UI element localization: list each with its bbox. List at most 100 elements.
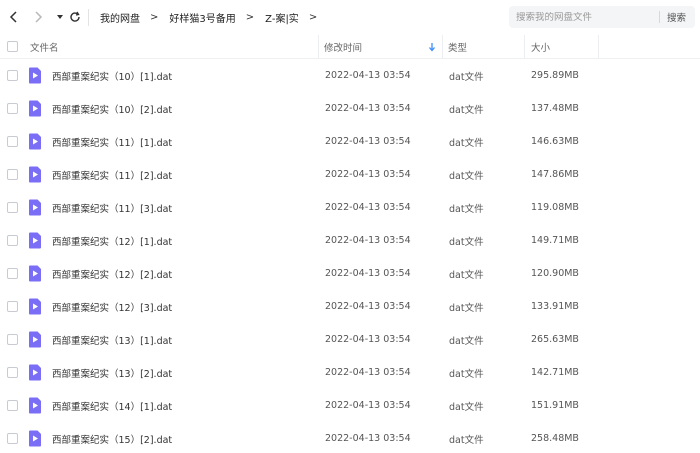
table-row[interactable]: 西部重案纪实（12）[1].dat 2022-04-13 03:54 dat文件 14… xyxy=(0,224,700,257)
toolbar: 我的网盘 > 好样猫3号备用 > Z-案|实 > 搜索 xyxy=(0,0,700,35)
search-button[interactable]: 搜索 xyxy=(667,10,686,24)
chevron-right-icon: > xyxy=(150,12,159,23)
file-type: dat文件 xyxy=(449,71,484,83)
video-file-icon xyxy=(28,100,42,117)
video-file-icon xyxy=(28,397,42,414)
file-size: 151.91MB xyxy=(531,400,579,411)
row-checkbox[interactable] xyxy=(7,301,18,312)
video-file-icon xyxy=(28,166,42,183)
file-name[interactable]: 西部重案纪实（11）[2].dat xyxy=(52,158,172,191)
file-name[interactable]: 西部重案纪实（13）[1].dat xyxy=(52,323,172,356)
video-file-icon xyxy=(28,430,42,447)
file-name[interactable]: 西部重案纪实（10）[1].dat xyxy=(52,59,172,92)
file-name[interactable]: 西部重案纪实（11）[1].dat xyxy=(52,125,172,158)
row-checkbox[interactable] xyxy=(7,268,18,279)
video-file-icon xyxy=(28,232,42,249)
file-modified: 2022-04-13 03:54 xyxy=(325,433,411,444)
row-checkbox[interactable] xyxy=(7,334,18,345)
file-type: dat文件 xyxy=(449,368,484,380)
file-type: dat文件 xyxy=(449,335,484,347)
table-row[interactable]: 西部重案纪实（15）[2].dat 2022-04-13 03:54 dat文件 25… xyxy=(0,422,700,453)
table-row[interactable]: 西部重案纪实（10）[2].dat 2022-04-13 03:54 dat文件 13… xyxy=(0,92,700,125)
video-file-icon xyxy=(28,364,42,381)
file-modified: 2022-04-13 03:54 xyxy=(325,103,411,114)
row-checkbox[interactable] xyxy=(7,433,18,444)
file-name[interactable]: 西部重案纪实（12）[1].dat xyxy=(52,224,172,257)
file-type: dat文件 xyxy=(449,170,484,182)
file-name[interactable]: 西部重案纪实（12）[2].dat xyxy=(52,257,172,290)
video-file-icon xyxy=(28,133,42,150)
row-checkbox[interactable] xyxy=(7,70,18,81)
file-size: 120.90MB xyxy=(531,268,579,279)
table-row[interactable]: 西部重案纪实（10）[1].dat 2022-04-13 03:54 dat文件 29… xyxy=(0,59,700,92)
file-modified: 2022-04-13 03:54 xyxy=(325,235,411,246)
row-checkbox[interactable] xyxy=(7,202,18,213)
table-row[interactable]: 西部重案纪实（13）[2].dat 2022-04-13 03:54 dat文件 14… xyxy=(0,356,700,389)
table-row[interactable]: 西部重案纪实（12）[3].dat 2022-04-13 03:54 dat文件 13… xyxy=(0,290,700,323)
file-size: 146.63MB xyxy=(531,136,579,147)
chevron-right-icon[interactable] xyxy=(30,9,46,25)
column-divider[interactable] xyxy=(442,35,443,59)
file-name[interactable]: 西部重案纪实（12）[3].dat xyxy=(52,290,172,323)
file-type: dat文件 xyxy=(449,203,484,215)
row-checkbox[interactable] xyxy=(7,103,18,114)
breadcrumb-item-current[interactable]: Z-案|实 xyxy=(265,10,299,25)
file-type: dat文件 xyxy=(449,302,484,314)
file-name[interactable]: 西部重案纪实（13）[2].dat xyxy=(52,356,172,389)
video-file-icon xyxy=(28,265,42,282)
column-divider[interactable] xyxy=(598,35,599,59)
table-row[interactable]: 西部重案纪实（11）[3].dat 2022-04-13 03:54 dat文件 11… xyxy=(0,191,700,224)
file-name[interactable]: 西部重案纪实（10）[2].dat xyxy=(52,92,172,125)
file-type: dat文件 xyxy=(449,104,484,116)
file-size: 295.89MB xyxy=(531,70,579,81)
breadcrumb-item-root[interactable]: 我的网盘 xyxy=(100,10,140,25)
column-header-modified[interactable]: 修改时间 xyxy=(324,35,362,59)
file-size: 133.91MB xyxy=(531,301,579,312)
file-type: dat文件 xyxy=(449,236,484,248)
table-row[interactable]: 西部重案纪实（11）[1].dat 2022-04-13 03:54 dat文件 14… xyxy=(0,125,700,158)
file-size: 119.08MB xyxy=(531,202,579,213)
breadcrumb-item-folder[interactable]: 好样猫3号备用 xyxy=(169,10,235,25)
file-name[interactable]: 西部重案纪实（15）[2].dat xyxy=(52,422,172,453)
breadcrumb: 我的网盘 > 好样猫3号备用 > Z-案|实 > xyxy=(100,10,328,25)
table-row[interactable]: 西部重案纪实（14）[1].dat 2022-04-13 03:54 dat文件 15… xyxy=(0,389,700,422)
column-header-type[interactable]: 类型 xyxy=(448,35,467,59)
file-modified: 2022-04-13 03:54 xyxy=(325,202,411,213)
file-size: 265.63MB xyxy=(531,334,579,345)
file-size: 142.71MB xyxy=(531,367,579,378)
column-header-size[interactable]: 大小 xyxy=(531,35,550,59)
search-input[interactable] xyxy=(509,11,649,23)
search-divider xyxy=(659,11,660,23)
file-modified: 2022-04-13 03:54 xyxy=(325,169,411,180)
column-divider[interactable] xyxy=(318,35,319,59)
file-type: dat文件 xyxy=(449,434,484,446)
file-name[interactable]: 西部重案纪实（14）[1].dat xyxy=(52,389,172,422)
column-header-name[interactable]: 文件名 xyxy=(30,35,59,59)
file-name[interactable]: 西部重案纪实（11）[3].dat xyxy=(52,191,172,224)
file-modified: 2022-04-13 03:54 xyxy=(325,367,411,378)
file-size: 258.48MB xyxy=(531,433,579,444)
arrow-down-icon[interactable] xyxy=(428,35,436,59)
file-modified: 2022-04-13 03:54 xyxy=(325,400,411,411)
file-modified: 2022-04-13 03:54 xyxy=(325,268,411,279)
file-size: 149.71MB xyxy=(531,235,579,246)
refresh-icon[interactable] xyxy=(67,9,83,25)
file-type: dat文件 xyxy=(449,269,484,281)
video-file-icon xyxy=(28,331,42,348)
row-checkbox[interactable] xyxy=(7,136,18,147)
select-all-checkbox[interactable] xyxy=(7,41,18,52)
table-row[interactable]: 西部重案纪实（12）[2].dat 2022-04-13 03:54 dat文件 12… xyxy=(0,257,700,290)
video-file-icon xyxy=(28,67,42,84)
row-checkbox[interactable] xyxy=(7,400,18,411)
chevron-right-icon: > xyxy=(245,12,255,23)
column-divider[interactable] xyxy=(524,35,525,59)
video-file-icon xyxy=(28,199,42,216)
chevron-left-icon[interactable] xyxy=(6,9,22,25)
caret-down-icon[interactable] xyxy=(52,9,68,25)
file-modified: 2022-04-13 03:54 xyxy=(325,334,411,345)
table-row[interactable]: 西部重案纪实（13）[1].dat 2022-04-13 03:54 dat文件 26… xyxy=(0,323,700,356)
row-checkbox[interactable] xyxy=(7,367,18,378)
row-checkbox[interactable] xyxy=(7,235,18,246)
row-checkbox[interactable] xyxy=(7,169,18,180)
table-row[interactable]: 西部重案纪实（11）[2].dat 2022-04-13 03:54 dat文件 14… xyxy=(0,158,700,191)
